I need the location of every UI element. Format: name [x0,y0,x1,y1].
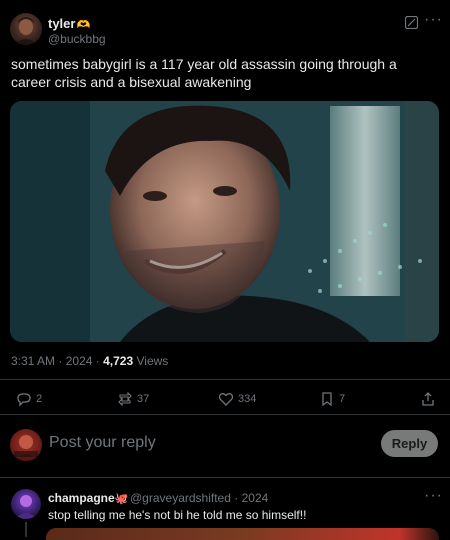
current-user-avatar[interactable] [10,429,42,461]
comment-year: 2024 [241,491,269,505]
comment-text: stop telling me he's not bi he told me s… [48,508,307,522]
reply-icon [17,393,31,407]
commenter-avatar[interactable] [11,489,41,519]
divider [0,477,450,478]
author-handle[interactable]: @buckbbg [48,32,106,46]
like-action-button[interactable]: 334 [218,391,256,407]
commenter-name[interactable]: champagne🐙 [48,491,128,505]
author-name-text: tyler [48,16,76,31]
reply-input[interactable]: Post your reply [49,434,156,452]
repost-action-button[interactable]: 37 [117,391,149,407]
commenter-handle: @graveyardshifted [130,491,231,505]
divider [0,414,450,415]
share-icon [422,392,434,406]
time-text: 3:31 AM [11,354,56,368]
share-action-button[interactable] [420,391,436,407]
more-horizontal-icon[interactable]: ··· [424,487,443,505]
commenter-name-text: champagne [48,491,115,505]
heart-icon [218,393,234,406]
post-media-video[interactable] [10,101,439,342]
more-horizontal-icon[interactable]: ··· [424,11,443,29]
separator-dot: · [234,491,239,505]
octopus-emoji: 🐙 [114,493,129,505]
post-text: sometimes babygirl is a 117 year old ass… [11,56,397,90]
divider [0,379,450,380]
separator-dot: · [95,354,100,368]
bookmark-count: 7 [339,393,346,405]
like-count: 334 [238,393,257,405]
reply-button[interactable]: Reply [381,430,438,457]
comment-media-preview[interactable] [46,528,439,540]
views-count: 4,723 [103,354,134,368]
heart-hands-emoji: 🫶 [76,19,91,31]
separator-dot: · [58,354,63,368]
bookmark-icon [322,392,332,407]
reply-action-button[interactable]: 2 [16,391,42,407]
comment-meta[interactable]: @graveyardshifted · 2024 [130,491,268,505]
reply-count: 2 [36,393,43,405]
grok-icon[interactable] [405,16,418,29]
year-text: 2024 [65,354,93,368]
views-label: Views [136,354,169,368]
repost-icon [118,391,132,407]
bookmark-action-button[interactable]: 7 [319,391,345,407]
author-name[interactable]: tyler🫶 [48,16,90,31]
post-timestamp[interactable]: 3:31 AM · 2024 · 4,723 Views [11,354,168,368]
author-avatar[interactable] [10,13,42,45]
repost-count: 37 [137,393,150,405]
media-still-image [10,101,439,342]
thread-line [25,522,27,537]
